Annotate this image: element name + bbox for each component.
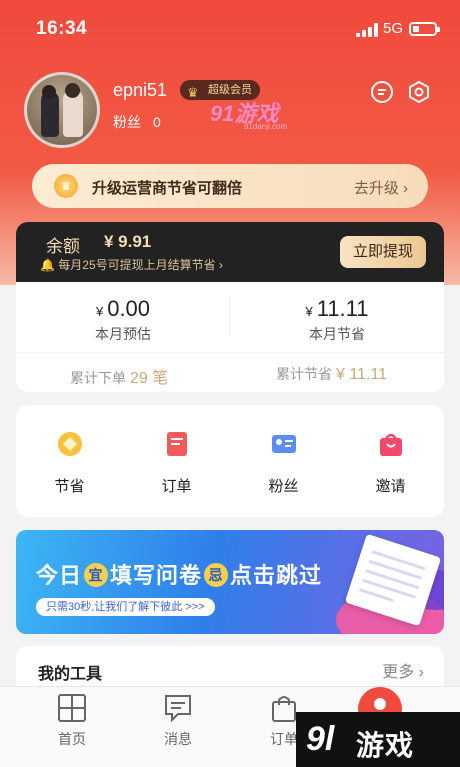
tab-home[interactable]: 首页	[22, 693, 122, 749]
quick-action-invite[interactable]: 邀请	[337, 429, 444, 496]
avatar[interactable]	[24, 72, 100, 148]
quick-action-label: 粉丝	[268, 478, 299, 495]
quick-action-label: 订单	[161, 478, 192, 495]
crown-icon: ♛	[187, 85, 199, 100]
crown-medal-icon: ♛	[54, 174, 78, 198]
estimate-value: 0.00	[107, 296, 151, 321]
banner-subtitle: 只需30秒,让我们了解下彼此 >>>	[36, 598, 215, 616]
corner-watermark-logo: 9l	[306, 720, 335, 758]
balance-label: 余额	[46, 237, 80, 256]
tab-messages[interactable]: 消息	[128, 693, 228, 749]
upgrade-text: 升级运营商节省可翻倍	[92, 180, 243, 197]
watermark-site: 91danji.com	[244, 122, 288, 131]
tools-title: 我的工具	[38, 666, 103, 683]
saved-total: 累计节省 ¥ 11.11	[276, 366, 388, 383]
quick-action-label: 邀请	[375, 478, 406, 495]
currency-symbol: ¥	[95, 304, 104, 319]
document-icon	[162, 429, 192, 459]
upgrade-banner[interactable]: ♛ 升级运营商节省可翻倍 去升级 ›	[32, 164, 428, 208]
corner-watermark-text: 游戏	[356, 730, 415, 761]
signal-icon	[356, 23, 378, 37]
balance-amount: ¥ 9.91	[104, 232, 152, 251]
coin-icon	[55, 429, 85, 459]
saved-label: 本月节省	[309, 326, 365, 342]
upgrade-link[interactable]: 去升级 ›	[354, 177, 408, 198]
message-icon	[163, 693, 193, 723]
id-card-icon	[269, 429, 299, 459]
saved-value: 11.11	[316, 296, 369, 321]
stats-card: ¥0.00 本月预估 ¥11.11 本月节省 累计下单 29 笔 累计节省 ¥ 11…	[16, 282, 444, 392]
withdraw-button[interactable]: 立即提现	[340, 236, 426, 268]
quick-actions: 节省 订单 粉丝 邀请	[16, 405, 444, 517]
gift-bag-icon	[376, 429, 406, 459]
survey-banner[interactable]: 今日宜填写问卷忌点击跳过 只需30秒,让我们了解下彼此 >>>	[16, 530, 444, 634]
divider	[16, 352, 444, 353]
tools-more-link[interactable]: 更多 ›	[382, 658, 424, 682]
banner-tag-yi: 宜	[84, 563, 109, 587]
banner-title: 今日宜填写问卷忌点击跳过	[36, 563, 323, 588]
quick-action-fans[interactable]: 粉丝	[230, 429, 337, 496]
fans-label: 粉丝	[113, 114, 141, 130]
fans-info[interactable]: 粉丝 0	[113, 112, 161, 132]
quick-action-label: 节省	[54, 478, 85, 495]
saved-total-value: ¥ 11.11	[336, 366, 388, 383]
status-bar: 16:34 5G	[0, 0, 460, 58]
balance-tip[interactable]: 🔔 每月25号可提现上月结算节省 ›	[40, 256, 223, 273]
settings-icon[interactable]	[407, 80, 431, 104]
quick-action-orders[interactable]: 订单	[123, 429, 230, 496]
battery-icon	[409, 22, 440, 36]
watermark-logo: 91游戏 91danji.com	[210, 96, 287, 131]
username: epni51	[113, 80, 168, 100]
quick-action-save[interactable]: 节省	[16, 429, 123, 496]
status-time: 16:34	[36, 18, 88, 39]
corner-watermark: 9l 游戏	[296, 712, 460, 767]
vip-badge-label: 超级会员	[208, 84, 252, 96]
shopping-bag-icon	[269, 693, 299, 723]
banner-tag-ji: 忌	[204, 563, 229, 587]
balance-card: 余额 ¥ 9.91 🔔 每月25号可提现上月结算节省 › 立即提现	[16, 222, 444, 282]
estimate-stat[interactable]: ¥0.00 本月预估	[16, 296, 230, 344]
home-grid-icon	[57, 693, 87, 723]
network-label: 5G	[383, 20, 404, 37]
tab-label: 订单	[270, 731, 298, 747]
fans-count: 0	[153, 114, 161, 130]
message-icon[interactable]	[370, 80, 394, 104]
saved-stat[interactable]: ¥11.11 本月节省	[230, 296, 444, 344]
tab-label: 消息	[164, 731, 192, 747]
orders-total-value: 29 笔	[130, 370, 169, 387]
estimate-label: 本月预估	[95, 326, 151, 342]
currency-symbol: ¥	[305, 304, 313, 319]
tab-label: 首页	[58, 731, 86, 747]
orders-total: 累计下单 29 笔	[70, 370, 169, 387]
